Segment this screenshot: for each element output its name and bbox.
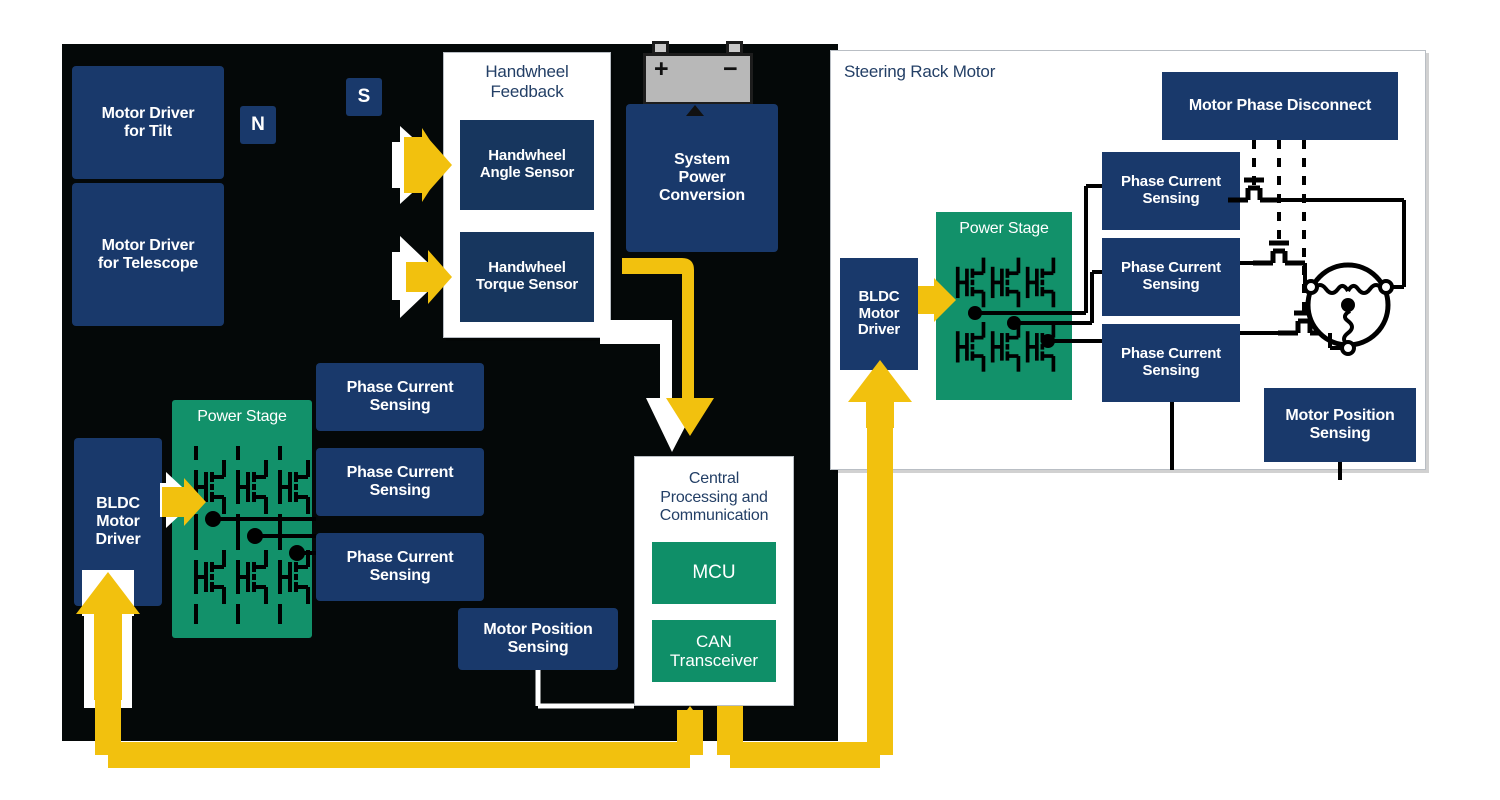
motor-driver-telescope-label: Motor Driver for Telescope	[97, 236, 199, 272]
handwheel-torque-sensor-block: Handwheel Torque Sensor	[460, 232, 594, 322]
magnet-south-label: S	[357, 86, 371, 107]
handwheel-angle-sensor-label: Handwheel Angle Sensor	[479, 147, 575, 181]
magnet-south: S	[346, 78, 382, 116]
battery-minus-sign: −	[723, 55, 738, 83]
right-phase-current-sensing-2-label: Phase Current Sensing	[1121, 259, 1221, 293]
left-phase-current-sensing-3-label: Phase Current Sensing	[346, 549, 454, 584]
magnet-north: N	[240, 106, 276, 144]
motor-driver-tilt-block: Motor Driver for Tilt	[72, 66, 224, 179]
right-phase-current-sensing-1-label: Phase Current Sensing	[1121, 173, 1221, 207]
steering-rack-motor-title: Steering Rack Motor	[844, 62, 996, 81]
handwheel-feedback-title: Handwheel Feedback	[485, 62, 569, 101]
motor-driver-telescope-block: Motor Driver for Telescope	[72, 183, 224, 326]
diagram-canvas: Motor Driver for Tilt Motor Driver for T…	[0, 0, 1500, 800]
left-motor-position-sensing: Motor Position Sensing	[458, 608, 618, 670]
left-power-stage-block: Power Stage	[172, 400, 312, 638]
right-power-stage-label: Power Stage	[959, 220, 1049, 237]
right-motor-position-sensing: Motor Position Sensing	[1264, 388, 1416, 462]
left-phase-current-sensing-2: Phase Current Sensing	[316, 448, 484, 516]
left-phase-current-sensing-1-label: Phase Current Sensing	[346, 379, 454, 414]
magnet-north-label: N	[251, 114, 265, 135]
left-power-stage-label: Power Stage	[197, 408, 287, 425]
left-bus-riser	[95, 610, 121, 716]
right-phase-current-sensing-1: Phase Current Sensing	[1102, 152, 1240, 230]
right-power-stage-block: Power Stage	[936, 212, 1072, 400]
right-phase-current-sensing-3: Phase Current Sensing	[1102, 324, 1240, 402]
right-bldc-motor-driver-label: BLDC Motor Driver	[857, 287, 901, 339]
handwheel-torque-sensor-label: Handwheel Torque Sensor	[475, 259, 579, 293]
handwheel-angle-sensor-block: Handwheel Angle Sensor	[460, 120, 594, 210]
right-motor-position-sensing-label: Motor Position Sensing	[1285, 407, 1395, 442]
left-phase-current-sensing-1: Phase Current Sensing	[316, 363, 484, 431]
left-phase-current-sensing-2-label: Phase Current Sensing	[346, 464, 454, 499]
battery-plus-sign: +	[654, 55, 669, 83]
system-power-conversion-block: System Power Conversion	[626, 104, 778, 252]
system-power-conversion-label: System Power Conversion	[658, 151, 746, 204]
motor-phase-disconnect-block: Motor Phase Disconnect	[1162, 72, 1398, 140]
mcu-label: MCU	[692, 562, 736, 584]
central-processing-title: Central Processing and Communication	[659, 470, 769, 525]
right-bldc-motor-driver-block: BLDC Motor Driver	[840, 258, 918, 370]
motor-phase-disconnect-label: Motor Phase Disconnect	[1188, 97, 1372, 115]
right-phase-current-sensing-2: Phase Current Sensing	[1102, 238, 1240, 316]
can-transceiver-label: CAN Transceiver	[669, 631, 759, 670]
can-transceiver-block: CAN Transceiver	[652, 620, 776, 682]
mcu-block: MCU	[652, 542, 776, 604]
left-motor-position-sensing-label: Motor Position Sensing	[483, 621, 593, 656]
left-bldc-motor-driver-label: BLDC Motor Driver	[95, 495, 141, 548]
right-phase-current-sensing-3-label: Phase Current Sensing	[1121, 345, 1221, 379]
left-phase-current-sensing-3: Phase Current Sensing	[316, 533, 484, 601]
motor-driver-tilt-label: Motor Driver for Tilt	[101, 104, 195, 140]
